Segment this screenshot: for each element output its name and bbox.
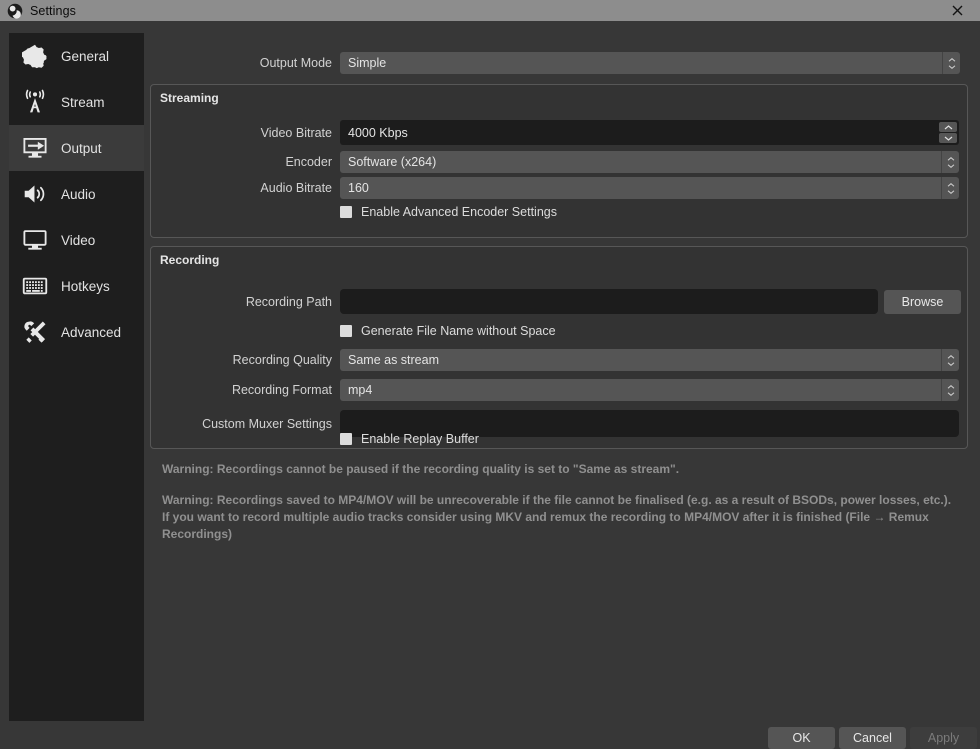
apply-button-label: Apply	[928, 731, 959, 745]
output-mode-select[interactable]: Simple	[340, 52, 960, 74]
encoder-row: Encoder Software (x264)	[151, 151, 969, 173]
video-bitrate-stepper[interactable]	[939, 122, 957, 143]
recording-path-input[interactable]	[340, 289, 878, 314]
settings-window: General Stream	[0, 21, 980, 746]
sidebar-item-label: Audio	[61, 187, 96, 202]
recording-quality-value: Same as stream	[340, 353, 439, 367]
window-title: Settings	[30, 4, 76, 18]
tools-icon	[19, 316, 51, 348]
browse-button[interactable]: Browse	[884, 290, 961, 314]
speaker-icon	[19, 178, 51, 210]
broadcast-icon	[19, 86, 51, 118]
replay-buffer-label: Enable Replay Buffer	[361, 432, 479, 446]
sidebar-item-label: Video	[61, 233, 95, 248]
video-bitrate-row: Video Bitrate 4000 Kbps	[151, 120, 969, 145]
audio-bitrate-label: Audio Bitrate	[151, 181, 332, 195]
recording-format-select[interactable]: mp4	[340, 379, 959, 401]
ok-button-label: OK	[792, 731, 810, 745]
recording-format-label: Recording Format	[151, 383, 332, 397]
checkbox-icon[interactable]	[340, 206, 352, 218]
sidebar-item-video[interactable]: Video	[9, 217, 144, 263]
recording-quality-select[interactable]: Same as stream	[340, 349, 959, 371]
browse-button-label: Browse	[902, 295, 944, 309]
encoder-select[interactable]: Software (x264)	[340, 151, 959, 173]
chevron-updown-icon[interactable]	[941, 151, 959, 173]
custom-muxer-label: Custom Muxer Settings	[151, 417, 332, 431]
sidebar-item-label: Hotkeys	[61, 279, 110, 294]
monitor-icon	[19, 224, 51, 256]
recording-group: Recording Recording Path Browse Generate…	[150, 246, 968, 449]
sidebar-item-audio[interactable]: Audio	[9, 171, 144, 217]
close-icon	[952, 5, 963, 16]
sidebar-item-hotkeys[interactable]: Hotkeys	[9, 263, 144, 309]
sidebar-item-label: General	[61, 49, 109, 64]
output-mode-row: Output Mode Simple	[150, 52, 970, 74]
replay-buffer-checkbox[interactable]: Enable Replay Buffer	[340, 432, 479, 446]
advanced-encoder-label: Enable Advanced Encoder Settings	[361, 205, 557, 219]
recording-format-row: Recording Format mp4	[151, 379, 969, 401]
sidebar-item-general[interactable]: General	[9, 33, 144, 79]
output-settings-pane: Output Mode Simple Streaming Video Bitra…	[150, 33, 970, 721]
recording-path-row: Recording Path Browse	[151, 289, 969, 314]
audio-bitrate-select[interactable]: 160	[340, 177, 959, 199]
output-mode-label: Output Mode	[150, 56, 332, 70]
encoder-label: Encoder	[151, 155, 332, 169]
checkbox-icon[interactable]	[340, 433, 352, 445]
settings-sidebar: General Stream	[9, 33, 144, 721]
no-space-filename-label: Generate File Name without Space	[361, 324, 556, 338]
sidebar-item-output[interactable]: Output	[9, 125, 144, 171]
chevron-updown-icon[interactable]	[941, 349, 959, 371]
chevron-updown-icon[interactable]	[942, 52, 960, 74]
recording-format-value: mp4	[340, 383, 372, 397]
recording-quality-label: Recording Quality	[151, 353, 332, 367]
streaming-group-title: Streaming	[160, 91, 219, 105]
warning-paused-recording: Warning: Recordings cannot be paused if …	[162, 461, 952, 478]
title-bar: Settings	[0, 0, 980, 21]
recording-path-label: Recording Path	[151, 295, 332, 309]
no-space-filename-checkbox[interactable]: Generate File Name without Space	[340, 324, 556, 338]
recording-group-title: Recording	[160, 253, 219, 267]
sidebar-item-stream[interactable]: Stream	[9, 79, 144, 125]
encoder-value: Software (x264)	[340, 155, 436, 169]
audio-bitrate-value: 160	[340, 181, 369, 195]
keyboard-icon	[19, 270, 51, 302]
chevron-updown-icon[interactable]	[941, 177, 959, 199]
obs-logo-icon	[7, 3, 23, 19]
chevron-updown-icon[interactable]	[941, 379, 959, 401]
output-icon	[19, 132, 51, 164]
warning-mp4-unrecoverable: Warning: Recordings saved to MP4/MOV wil…	[162, 492, 952, 543]
stepper-up-icon[interactable]	[939, 122, 957, 132]
sidebar-item-label: Output	[61, 141, 102, 156]
close-button[interactable]	[935, 0, 980, 21]
sidebar-item-label: Stream	[61, 95, 105, 110]
sidebar-item-label: Advanced	[61, 325, 121, 340]
streaming-group: Streaming Video Bitrate 4000 Kbps	[150, 84, 968, 238]
video-bitrate-input[interactable]: 4000 Kbps	[340, 120, 959, 145]
gear-icon	[19, 40, 51, 72]
advanced-encoder-checkbox[interactable]: Enable Advanced Encoder Settings	[340, 205, 557, 219]
recording-quality-row: Recording Quality Same as stream	[151, 349, 969, 371]
checkbox-icon[interactable]	[340, 325, 352, 337]
video-bitrate-value: 4000 Kbps	[340, 126, 408, 140]
output-mode-value: Simple	[340, 56, 386, 70]
custom-muxer-row: Custom Muxer Settings	[151, 410, 969, 437]
cancel-button-label: Cancel	[853, 731, 892, 745]
audio-bitrate-row: Audio Bitrate 160	[151, 177, 969, 199]
stepper-down-icon[interactable]	[939, 133, 957, 143]
sidebar-item-advanced[interactable]: Advanced	[9, 309, 144, 355]
video-bitrate-label: Video Bitrate	[151, 126, 332, 140]
